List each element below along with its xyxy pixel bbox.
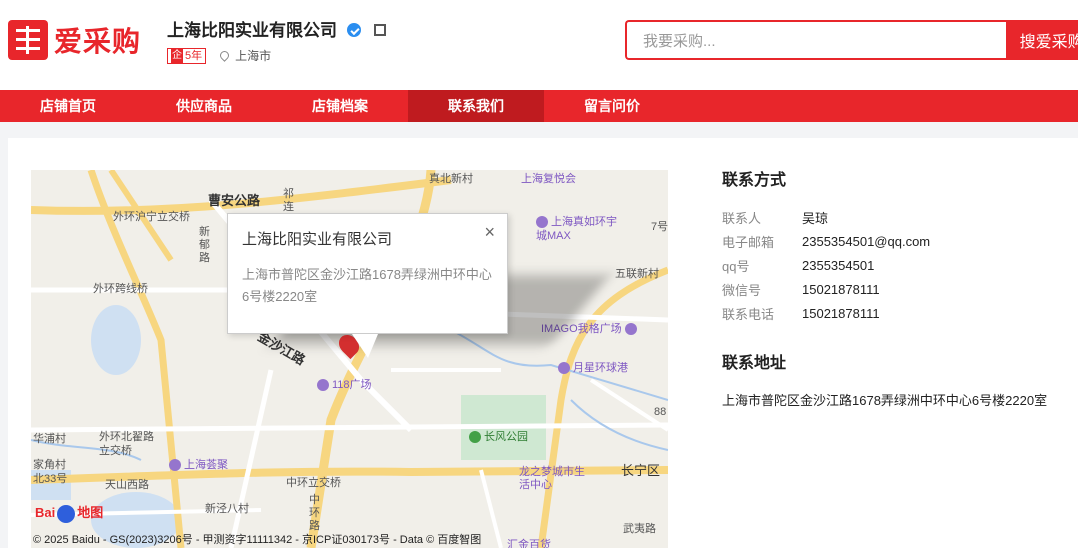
contact-section: 联系方式 联系人 吴琼 电子邮箱 2355354501@qq.com qq号 2… [722,166,1078,325]
mall-icon [536,216,548,229]
contact-label: 微信号 [722,282,762,298]
map-label-text: 118广场 [332,379,372,391]
map-label: 五联新村 [615,268,659,280]
map-label: 真北新村 [429,173,473,185]
brand-logo-icon [8,20,48,60]
badge-prefix: 企 [171,48,183,63]
search-input[interactable]: 我要采购... [625,20,1006,60]
company-city: 上海市 [235,49,272,63]
map-label: 上海复悦会 [521,173,576,185]
map-label: 新郁路 [199,226,210,264]
map-label: 上海荟聚 [169,456,228,472]
map-label: 上海真如环宇城MAX [536,215,626,243]
map-label: 长宁区 [621,463,661,478]
shop-nav: 店铺首页 供应商品 店铺档案 联系我们 留言问价 [0,90,1078,122]
qrcode-icon[interactable] [373,23,386,36]
contact-value: 15021878111 [802,281,880,297]
mall-icon [558,362,570,375]
contact-value: 2355354501@qq.com [802,233,931,249]
company-name[interactable]: 上海比阳实业有限公司 [167,16,337,41]
close-icon[interactable]: × [484,222,495,243]
brand-logo[interactable]: 爱采购 [8,20,141,60]
baidu-logo-left: Bai [35,505,56,520]
map-label: 华浦村 [33,433,66,445]
map-label: 新泾八村 [205,503,249,515]
baidu-paw-icon [57,504,76,523]
map-label-text: 月星环球港 [573,362,628,374]
contact-value: 2355354501 [802,257,875,273]
map-label: 天山西路 [105,479,149,491]
nav-item-inquiry[interactable]: 留言问价 [544,90,680,122]
map-label: 中环立交桥 [286,477,341,489]
nav-item-products[interactable]: 供应商品 [136,90,272,122]
nav-item-contact[interactable]: 联系我们 [408,90,544,122]
baidu-map-logo[interactable]: Bai 地图 [35,502,103,523]
header: 爱采购 上海比阳实业有限公司 企 5年 上海市 我要采购... 搜爱采购 [0,0,1078,90]
map-label: 7号 [651,221,668,233]
baidu-logo-right: 地图 [77,505,104,520]
contact-row: 联系电话 15021878111 [722,301,1078,325]
info-window-address: 上海市普陀区金沙江路1678弄绿洲中环中心6号楼2220室 [242,267,492,304]
location-icon [218,49,231,62]
search-bar: 我要采购... 搜爱采购 [625,20,1078,60]
contact-row: 联系人 吴琼 [722,205,1078,229]
company-years-badge: 企 5年 [167,47,207,64]
contact-label: 联系人 [722,210,762,226]
map-label-text: 上海真如环宇城MAX [536,216,617,242]
map-label: 118广场 [317,376,372,392]
map-label: 龙之梦城市生活中心 [519,466,585,491]
map-label: 北33号 [33,473,68,485]
mall-icon [624,323,637,336]
contact-address: 上海市普陀区金沙江路1678弄绿洲中环中心6号楼2220室 [722,393,1048,408]
map-label-text: 长风公园 [484,431,528,443]
map-label: 中环路 [309,494,320,532]
contact-label: 电子邮箱 [722,234,775,250]
map-label: 武夷路 [623,523,656,535]
map-copyright: © 2025 Baidu - GS(2023)3206号 - 甲测资字11111… [33,534,482,546]
mall-icon [317,379,329,392]
address-title: 联系地址 [722,355,787,372]
nav-item-profile[interactable]: 店铺档案 [272,90,408,122]
verified-icon [347,22,362,37]
park-icon [469,431,481,444]
map-label: 外环北翟路立交桥 [99,431,154,457]
map-label: 汇金百货 [507,539,551,548]
map-label: 月星环球港 [558,359,628,375]
location-map[interactable]: 曹安公路 外环沪宁立交桥 新郁路 祁连山南路 外环跨线桥 金沙江路 118广场 … [31,170,668,548]
company-info: 上海比阳实业有限公司 企 5年 上海市 [167,16,386,64]
map-label: 长风公园 [469,428,528,444]
contact-row: 电子邮箱 2355354501@qq.com [722,229,1078,253]
map-label-text: 上海荟聚 [184,459,228,471]
mall-icon [169,459,181,472]
info-window-title: 上海比阳实业有限公司 [242,231,393,248]
contact-value: 15021878111 [802,305,880,321]
contact-title: 联系方式 [722,172,787,189]
contact-value: 吴琼 [802,210,829,226]
search-button[interactable]: 搜爱采购 [1005,20,1078,60]
info-window-pointer [352,334,378,358]
brand-name: 爱采购 [54,26,142,57]
map-info-window: 上海比阳实业有限公司 × 上海市普陀区金沙江路1678弄绿洲中环中心6号楼222… [227,213,508,358]
map-label: 外环沪宁立交桥 [113,211,190,223]
map-label: 88 [654,406,667,418]
map-label: 曹安公路 [208,193,261,208]
nav-item-home[interactable]: 店铺首页 [0,90,136,122]
map-label: 外环跨线桥 [93,283,148,295]
contact-row: 微信号 15021878111 [722,277,1078,301]
contact-label: 联系电话 [722,306,775,322]
contact-row: qq号 2355354501 [722,253,1078,277]
badge-years: 5年 [185,49,203,62]
contact-label: qq号 [722,258,750,274]
